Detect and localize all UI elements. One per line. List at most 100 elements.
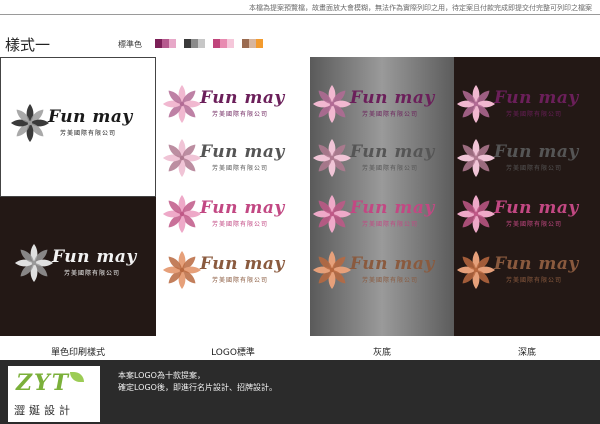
brand-name: Fun may: [200, 198, 285, 218]
swatch-group: [213, 39, 234, 48]
logo-wordmark: Fun may 芳美國際有限公司: [200, 142, 285, 173]
funmay-logo: Fun may 芳美國際有限公司: [312, 194, 435, 234]
color-swatch: [191, 39, 198, 48]
funmay-logo: Fun may 芳美國際有限公司: [456, 194, 579, 234]
flower-icon: [11, 104, 49, 142]
color-swatch: [198, 39, 205, 48]
logo-wordmark: Fun may 芳美國際有限公司: [200, 198, 285, 229]
brand-name: Fun may: [494, 142, 579, 162]
logo-wordmark: Fun may 芳美國際有限公司: [350, 142, 435, 173]
caption-mono: 單色印刷樣式: [50, 348, 105, 358]
footer-note-line1: 本案LOGO為十款提案，: [118, 371, 205, 380]
brand-name: Fun may: [350, 254, 435, 274]
section-title: 樣式一: [5, 36, 51, 54]
leaf-icon: [70, 372, 84, 382]
brand-subtitle: 芳美國際有限公司: [506, 277, 563, 284]
flower-icon: [163, 85, 201, 123]
brand-subtitle: 芳美國際有限公司: [362, 277, 419, 284]
standard-color-swatches: [155, 39, 271, 48]
logo-wordmark: Fun may 芳美國際有限公司: [494, 254, 579, 285]
preview-notice: 本檔為提案預覽檔，故畫面放大會模糊，無法作為實際列印之用，待定案且付款完成即提交…: [249, 4, 592, 12]
flower-icon: [313, 139, 351, 177]
color-swatch: [242, 39, 249, 48]
color-swatch: [184, 39, 191, 48]
brand-subtitle: 芳美國際有限公司: [506, 111, 563, 118]
studio-logo-mark: ZYT: [16, 370, 71, 396]
logo-wordmark: Fun may 芳美國際有限公司: [494, 198, 579, 229]
swatch-group: [155, 39, 176, 48]
column-captions: 單色印刷樣式 LOGO標準 灰底 深底: [0, 336, 600, 360]
flower-icon: [163, 251, 201, 289]
brand-name: Fun may: [350, 88, 435, 108]
logo-wordmark: Fun may 芳美國際有限公司: [350, 198, 435, 229]
brand-subtitle: 芳美國際有限公司: [60, 130, 117, 137]
brand-subtitle: 芳美國際有限公司: [362, 165, 419, 172]
color-swatch: [256, 39, 263, 48]
flower-icon: [457, 85, 495, 123]
color-swatch: [227, 39, 234, 48]
swatch-group: [184, 39, 205, 48]
brand-subtitle: 芳美國際有限公司: [362, 111, 419, 118]
brand-subtitle: 芳美國際有限公司: [506, 165, 563, 172]
footer-bar: ZYT 澀娫設計 本案LOGO為十款提案， 確定LOGO後，即進行名片設計、招牌…: [0, 360, 600, 424]
funmay-logo: Fun may 芳美國際有限公司: [162, 250, 285, 290]
logo-wordmark: Fun may 芳美國際有限公司: [200, 88, 285, 119]
color-swatch: [169, 39, 176, 48]
brand-name: Fun may: [48, 107, 133, 127]
footer-note: 本案LOGO為十款提案， 確定LOGO後，即進行名片設計、招牌設計。: [118, 370, 277, 394]
studio-logo: ZYT 澀娫設計: [8, 366, 100, 422]
logo-wordmark: Fun may 芳美國際有限公司: [350, 88, 435, 119]
caption-standard: LOGO標準: [211, 348, 255, 358]
funmay-logo: Fun may 芳美國際有限公司: [162, 194, 285, 234]
funmay-logo: Fun may 芳美國際有限公司: [456, 250, 579, 290]
swatch-label: 標準色: [118, 40, 142, 49]
swatch-group: [242, 39, 263, 48]
flower-icon: [163, 195, 201, 233]
funmay-logo: Fun may 芳美國際有限公司: [162, 84, 285, 124]
logo-wordmark: Fun may 芳美國際有限公司: [200, 254, 285, 285]
brand-name: Fun may: [200, 142, 285, 162]
flower-icon: [313, 85, 351, 123]
funmay-logo: Fun may 芳美國際有限公司: [312, 250, 435, 290]
brand-name: Fun may: [494, 88, 579, 108]
caption-gray: 灰底: [372, 348, 391, 358]
funmay-logo: Fun may 芳美國際有限公司: [312, 84, 435, 124]
logo-wordmark: Fun may 芳美國際有限公司: [48, 107, 133, 138]
logo-wordmark: Fun may 芳美國際有限公司: [350, 254, 435, 285]
brand-name: Fun may: [350, 142, 435, 162]
top-divider: [0, 14, 600, 15]
logo-wordmark: Fun may 芳美國際有限公司: [494, 88, 579, 119]
brand-subtitle: 芳美國際有限公司: [64, 270, 121, 277]
logo-wordmark: Fun may 芳美國際有限公司: [52, 247, 137, 278]
brand-name: Fun may: [200, 88, 285, 108]
color-swatch: [213, 39, 220, 48]
funmay-logo: Fun may 芳美國際有限公司: [162, 138, 285, 178]
brand-subtitle: 芳美國際有限公司: [212, 165, 269, 172]
brand-name: Fun may: [52, 247, 137, 267]
funmay-logo: Fun may 芳美國際有限公司: [456, 138, 579, 178]
funmay-logo: Fun may 芳美國際有限公司: [456, 84, 579, 124]
color-swatch: [155, 39, 162, 48]
brand-subtitle: 芳美國際有限公司: [212, 111, 269, 118]
brand-name: Fun may: [494, 254, 579, 274]
studio-logo-text: 澀娫設計: [14, 404, 74, 417]
footer-note-line2: 確定LOGO後，即進行名片設計、招牌設計。: [118, 383, 277, 392]
brand-subtitle: 芳美國際有限公司: [506, 221, 563, 228]
color-swatch: [162, 39, 169, 48]
color-swatch: [220, 39, 227, 48]
funmay-logo: Fun may 芳美國際有限公司: [10, 103, 133, 143]
brand-name: Fun may: [350, 198, 435, 218]
funmay-logo: Fun may 芳美國際有限公司: [312, 138, 435, 178]
flower-icon: [457, 251, 495, 289]
flower-icon: [313, 195, 351, 233]
funmay-logo: Fun may 芳美國際有限公司: [14, 243, 137, 283]
flower-icon: [313, 251, 351, 289]
brand-name: Fun may: [200, 254, 285, 274]
flower-icon: [457, 195, 495, 233]
caption-dark: 深底: [517, 348, 536, 358]
brand-name: Fun may: [494, 198, 579, 218]
brand-subtitle: 芳美國際有限公司: [212, 221, 269, 228]
flower-icon: [457, 139, 495, 177]
flower-icon: [163, 139, 201, 177]
brand-subtitle: 芳美國際有限公司: [212, 277, 269, 284]
